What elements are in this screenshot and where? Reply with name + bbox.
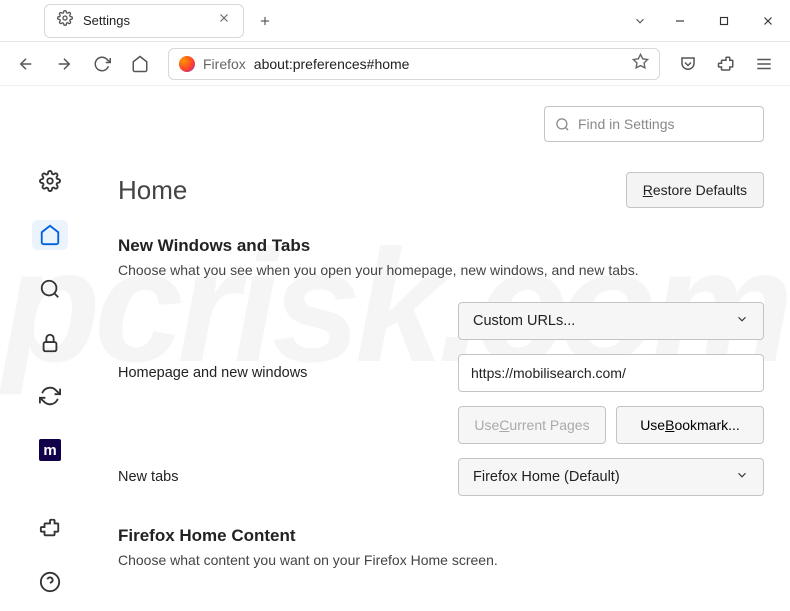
navbar: Firefox about:preferences#home [0,42,790,86]
window-close-button[interactable] [746,0,790,42]
settings-main: Find in Settings Home Restore Defaults N… [100,86,790,611]
new-tab-button[interactable] [250,6,280,36]
homepage-url-input[interactable] [458,354,764,392]
use-current-pages-button: Use Current Pages [458,406,606,444]
homepage-mode-value: Custom URLs... [473,313,575,329]
section-home-content-desc: Choose what content you want on your Fir… [118,552,764,568]
home-button[interactable] [124,48,156,80]
tab-close-icon[interactable] [217,11,231,30]
m-icon: m [39,439,61,461]
sidebar-item-home[interactable] [32,220,68,250]
pocket-icon[interactable] [672,48,704,80]
sidebar-item-general[interactable] [32,166,68,196]
homepage-label: Homepage and new windows [118,365,438,381]
newtabs-value: Firefox Home (Default) [473,469,620,485]
firefox-icon [179,56,195,72]
page-title: Home [118,175,187,206]
back-button[interactable] [10,48,42,80]
sidebar-item-privacy[interactable] [32,328,68,358]
menu-button[interactable] [748,48,780,80]
use-bookmark-button[interactable]: Use Bookmark... [616,406,764,444]
section-new-windows-desc: Choose what you see when you open your h… [118,262,764,278]
chevron-down-icon [735,468,749,486]
chevron-down-icon [735,312,749,330]
sidebar-item-sync[interactable] [32,382,68,412]
gear-icon [57,10,73,31]
settings-search-input[interactable]: Find in Settings [544,106,764,142]
url-prefix: Firefox [203,56,246,72]
url-bar[interactable]: Firefox about:preferences#home [168,48,660,80]
settings-sidebar: m [0,86,100,611]
titlebar: Settings [0,0,790,42]
sidebar-item-search[interactable] [32,274,68,304]
window-maximize-button[interactable] [702,0,746,42]
url-text: about:preferences#home [254,56,624,72]
reload-button[interactable] [86,48,118,80]
restore-defaults-button[interactable]: Restore Defaults [626,172,764,208]
newtabs-select[interactable]: Firefox Home (Default) [458,458,764,496]
tab-title: Settings [83,13,207,28]
search-placeholder: Find in Settings [578,116,675,132]
sidebar-item-more[interactable]: m [32,435,68,465]
homepage-mode-select[interactable]: Custom URLs... [458,302,764,340]
newtabs-label: New tabs [118,469,438,485]
browser-tab[interactable]: Settings [44,4,244,38]
section-home-content-title: Firefox Home Content [118,526,764,546]
bookmark-star-icon[interactable] [632,53,649,75]
window-minimize-button[interactable] [658,0,702,42]
section-new-windows-title: New Windows and Tabs [118,236,764,256]
tabs-dropdown-icon[interactable] [622,14,658,28]
forward-button[interactable] [48,48,80,80]
sidebar-item-extensions[interactable] [32,513,68,543]
sidebar-item-help[interactable] [32,567,68,597]
extensions-icon[interactable] [710,48,742,80]
